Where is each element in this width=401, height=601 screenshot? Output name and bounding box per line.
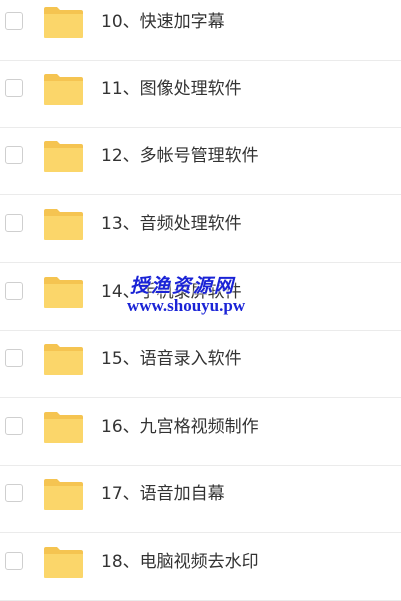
folder-icon bbox=[44, 7, 83, 38]
list-item[interactable]: 14、手机录屏软件 bbox=[0, 264, 401, 331]
item-label: 14、手机录屏软件 bbox=[101, 282, 242, 302]
divider bbox=[0, 194, 401, 195]
folder-icon bbox=[44, 74, 83, 105]
list-item[interactable]: 17、语音加自幕 bbox=[0, 466, 401, 533]
folder-icon bbox=[44, 141, 83, 172]
list-item[interactable]: 10、快速加字幕 bbox=[0, 0, 401, 61]
folder-icon bbox=[44, 479, 83, 510]
list-item[interactable]: 18、电脑视频去水印 bbox=[0, 534, 401, 601]
divider bbox=[0, 532, 401, 533]
checkbox-icon[interactable] bbox=[5, 146, 23, 164]
checkbox-icon[interactable] bbox=[5, 282, 23, 300]
item-label: 17、语音加自幕 bbox=[101, 484, 225, 504]
checkbox-icon[interactable] bbox=[5, 417, 23, 435]
item-label: 18、电脑视频去水印 bbox=[101, 552, 259, 572]
checkbox-icon[interactable] bbox=[5, 12, 23, 30]
folder-icon bbox=[44, 412, 83, 443]
checkbox-icon[interactable] bbox=[5, 79, 23, 97]
list-item[interactable]: 15、语音录入软件 bbox=[0, 331, 401, 398]
checkbox-icon[interactable] bbox=[5, 349, 23, 367]
divider bbox=[0, 397, 401, 398]
folder-icon bbox=[44, 277, 83, 308]
list-item[interactable]: 12、多帐号管理软件 bbox=[0, 128, 401, 195]
checkbox-icon[interactable] bbox=[5, 552, 23, 570]
folder-icon bbox=[44, 209, 83, 240]
folder-icon bbox=[44, 344, 83, 375]
list-item[interactable]: 16、九宫格视频制作 bbox=[0, 399, 401, 466]
item-label: 11、图像处理软件 bbox=[101, 79, 242, 99]
list-item[interactable]: 13、音频处理软件 bbox=[0, 196, 401, 263]
folder-icon bbox=[44, 547, 83, 578]
item-label: 10、快速加字幕 bbox=[101, 12, 225, 32]
checkbox-icon[interactable] bbox=[5, 484, 23, 502]
checkbox-icon[interactable] bbox=[5, 214, 23, 232]
list-item[interactable]: 11、图像处理软件 bbox=[0, 61, 401, 128]
item-label: 16、九宫格视频制作 bbox=[101, 417, 259, 437]
item-label: 13、音频处理软件 bbox=[101, 214, 242, 234]
item-label: 12、多帐号管理软件 bbox=[101, 146, 259, 166]
item-label: 15、语音录入软件 bbox=[101, 349, 242, 369]
divider bbox=[0, 262, 401, 263]
